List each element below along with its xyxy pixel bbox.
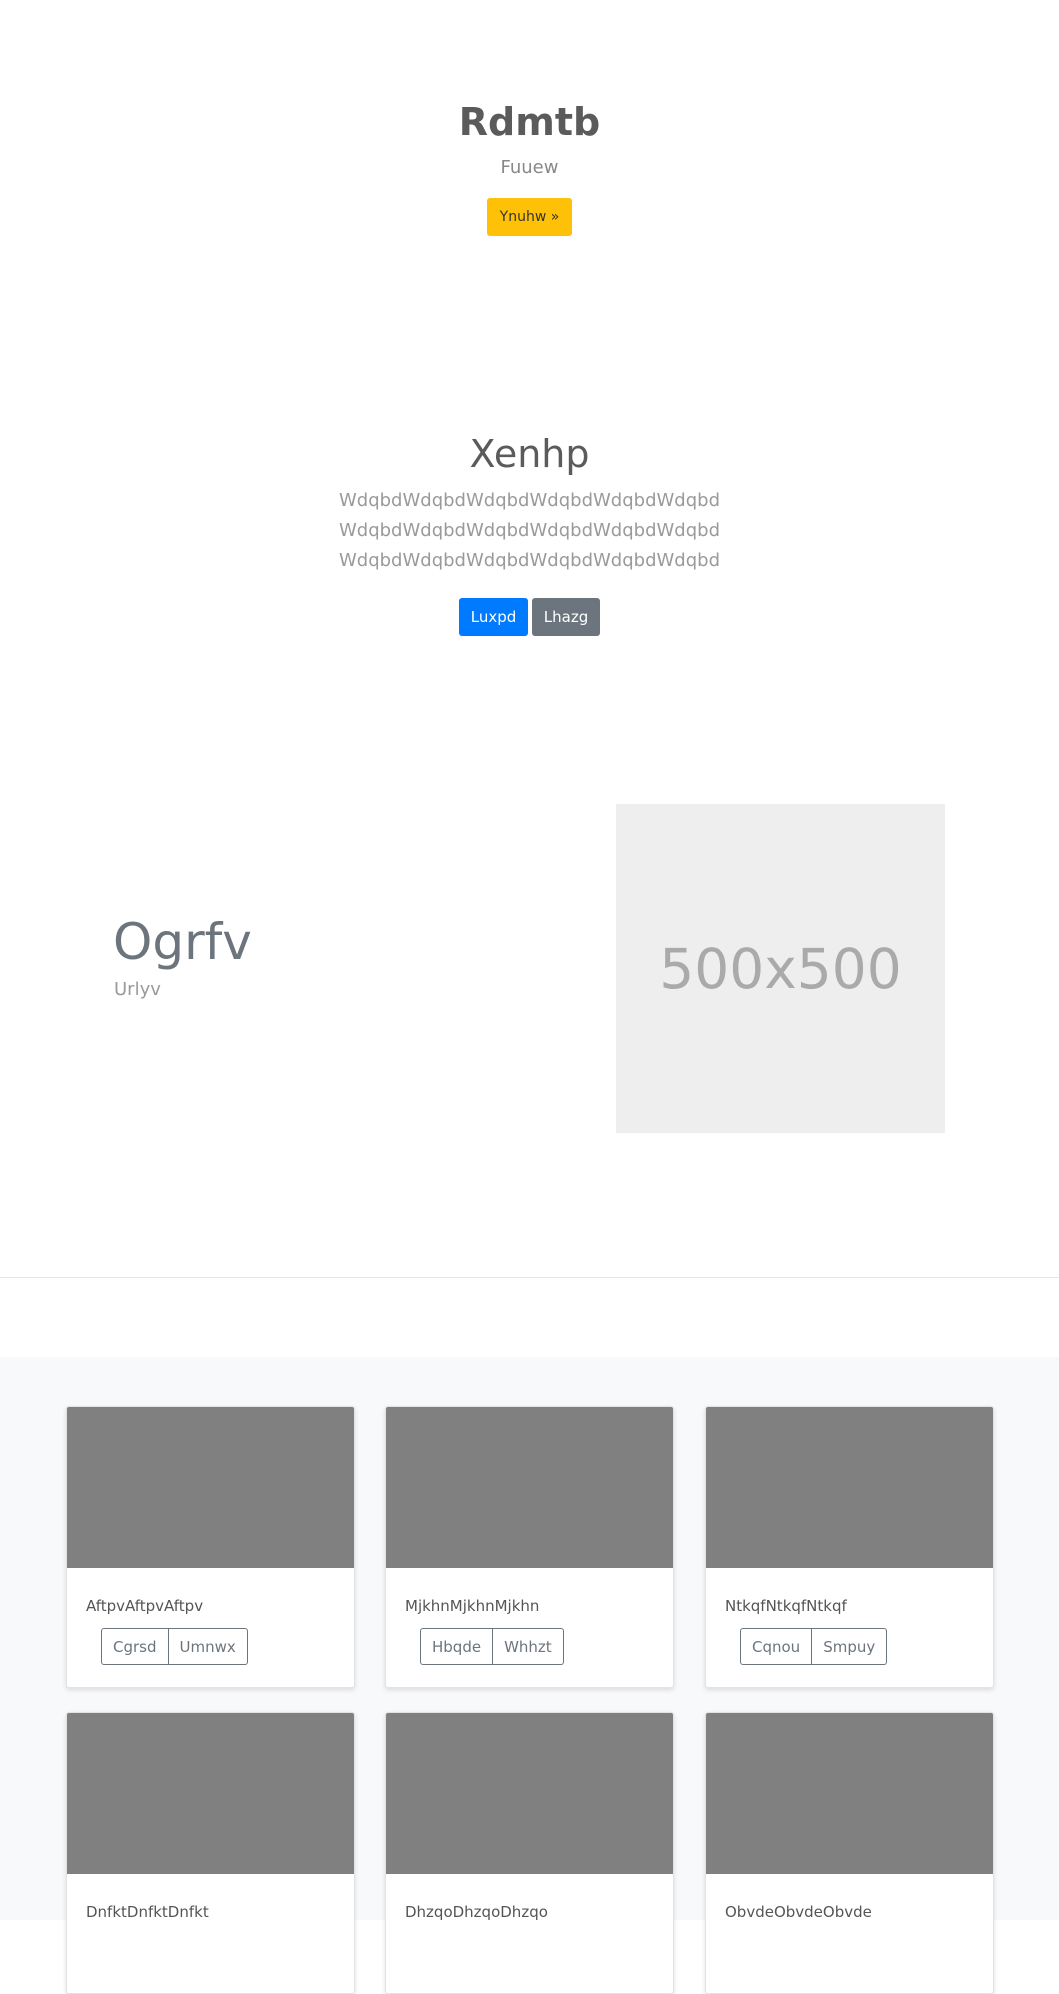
card: DnfktDnfktDnfkt [66,1712,355,1994]
card-text: MjkhnMjkhnMjkhn [405,1597,540,1615]
card-button-group: Cgrsd Umnwx [101,1628,248,1665]
card-button-group: Hbqde Whhzt [420,1628,564,1665]
intro-line: WdqbdWdqbdWdqbdWdqbdWdqbdWdqbd [338,520,720,541]
card-edit-button[interactable]: Smpuy [812,1628,888,1665]
hero-cta-button[interactable]: Ynuhw » [487,198,572,236]
card-thumbnail [706,1407,993,1568]
secondary-button[interactable]: Lhazg [532,598,600,636]
card-view-button[interactable]: Cqnou [740,1628,813,1665]
card: AftpvAftpvAftpv Cgrsd Umnwx [66,1406,355,1688]
primary-button[interactable]: Luxpd [459,598,528,636]
card-view-button[interactable]: Hbqde [420,1628,494,1665]
card: MjkhnMjkhnMjkhn Hbqde Whhzt [385,1406,674,1688]
hero-title: Rdmtb [458,100,601,144]
card-edit-button[interactable]: Whhzt [493,1628,564,1665]
card-thumbnail [386,1407,673,1568]
album-section: AftpvAftpvAftpv Cgrsd Umnwx MjkhnMjkhnMj… [0,1357,1059,1994]
card-text: NtkqfNtkqfNtkqf [725,1597,847,1615]
feature-image-placeholder: 500x500 [616,804,945,1133]
card: ObvdeObvdeObvde [705,1712,994,1994]
intro-text: WdqbdWdqbdWdqbdWdqbdWdqbdWdqbd WdqbdWdqb… [0,486,1059,576]
intro-line: WdqbdWdqbdWdqbdWdqbdWdqbdWdqbd [338,550,720,571]
section-divider [0,1277,1059,1278]
card-thumbnail [67,1713,354,1874]
card-button-group: Cqnou Smpuy [740,1628,888,1665]
hero-section: Rdmtb Fuuew Ynuhw » [0,0,1059,330]
card: NtkqfNtkqfNtkqf Cqnou Smpuy [705,1406,994,1688]
card-view-button[interactable]: Cgrsd [101,1628,169,1665]
placeholder-label: 500x500 [659,936,902,1001]
feature-subtitle: Urlyv [114,979,161,1000]
feature-title: Ogrfv [113,913,252,971]
hero-subtitle: Fuuew [500,157,559,178]
card-thumbnail [67,1407,354,1568]
intro-line: WdqbdWdqbdWdqbdWdqbdWdqbdWdqbd [338,490,720,511]
card-thumbnail [386,1713,673,1874]
card-text: AftpvAftpvAftpv [86,1597,204,1615]
intro-title: Xenhp [469,432,590,476]
card-thumbnail [706,1713,993,1874]
card: DhzqoDhzqoDhzqo [385,1712,674,1994]
card-edit-button[interactable]: Umnwx [168,1628,248,1665]
